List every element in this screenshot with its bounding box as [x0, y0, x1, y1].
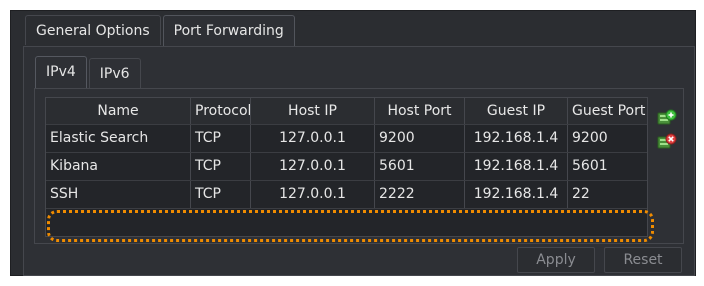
cell-host-ip[interactable]: 127.0.0.1 [251, 153, 375, 180]
cell-guest-port[interactable]: 22 [568, 181, 647, 208]
cell-guest-port[interactable]: 9200 [568, 125, 647, 152]
tab-ipv4[interactable]: IPv4 [35, 56, 87, 88]
column-header-guest-ip[interactable]: Guest IP [465, 98, 568, 124]
apply-button[interactable]: Apply [517, 247, 595, 273]
reset-button[interactable]: Reset [604, 247, 682, 273]
tab-ipv6[interactable]: IPv6 [88, 58, 141, 88]
cell-host-ip[interactable]: 127.0.0.1 [251, 125, 375, 152]
highlight-annotation [47, 210, 654, 242]
column-header-guest-port[interactable]: Guest Port [568, 98, 647, 124]
cell-guest-ip[interactable]: 192.168.1.4 [465, 125, 568, 152]
column-header-host-port[interactable]: Host Port [375, 98, 465, 124]
cell-guest-ip[interactable]: 192.168.1.4 [465, 153, 568, 180]
cell-host-port[interactable]: 5601 [375, 153, 465, 180]
column-header-protocol[interactable]: Protocol [191, 98, 251, 124]
cell-guest-port[interactable]: 5601 [568, 153, 647, 180]
column-header-name[interactable]: Name [46, 98, 191, 124]
cell-name[interactable]: SSH [46, 181, 191, 208]
ip-version-tab-bar: IPv4 IPv6 [35, 56, 143, 90]
cell-name[interactable]: Elastic Search [46, 125, 191, 152]
port-forwarding-table: Name Protocol Host IP Host Port Guest IP… [45, 97, 654, 242]
settings-window: General Options Port Forwarding IPv4 IPv… [10, 10, 696, 276]
outer-tab-bar: General Options Port Forwarding [25, 15, 297, 47]
table-row[interactable]: Kibana TCP 127.0.0.1 5601 192.168.1.4 56… [46, 153, 647, 181]
cell-host-ip[interactable]: 127.0.0.1 [251, 181, 375, 208]
cell-host-port[interactable]: 2222 [375, 181, 465, 208]
cell-guest-ip[interactable]: 192.168.1.4 [465, 181, 568, 208]
tab-port-forwarding[interactable]: Port Forwarding [162, 15, 295, 47]
tab-general-options[interactable]: General Options [25, 15, 161, 45]
column-header-host-ip[interactable]: Host IP [251, 98, 375, 124]
table-row[interactable]: SSH TCP 127.0.0.1 2222 192.168.1.4 22 [46, 181, 647, 209]
table-header: Name Protocol Host IP Host Port Guest IP… [46, 98, 647, 125]
port-forwarding-pane: IPv4 IPv6 Name Protocol Host IP Host Por… [23, 46, 695, 276]
remove-rule-icon[interactable] [657, 133, 677, 151]
add-rule-icon[interactable] [657, 109, 677, 127]
table-row[interactable]: Elastic Search TCP 127.0.0.1 9200 192.16… [46, 125, 647, 153]
ipv4-pane: Name Protocol Host IP Host Port Guest IP… [34, 88, 684, 244]
cell-protocol[interactable]: TCP [191, 153, 251, 180]
cell-name[interactable]: Kibana [46, 153, 191, 180]
cell-protocol[interactable]: TCP [191, 125, 251, 152]
cell-protocol[interactable]: TCP [191, 181, 251, 208]
cell-host-port[interactable]: 9200 [375, 125, 465, 152]
